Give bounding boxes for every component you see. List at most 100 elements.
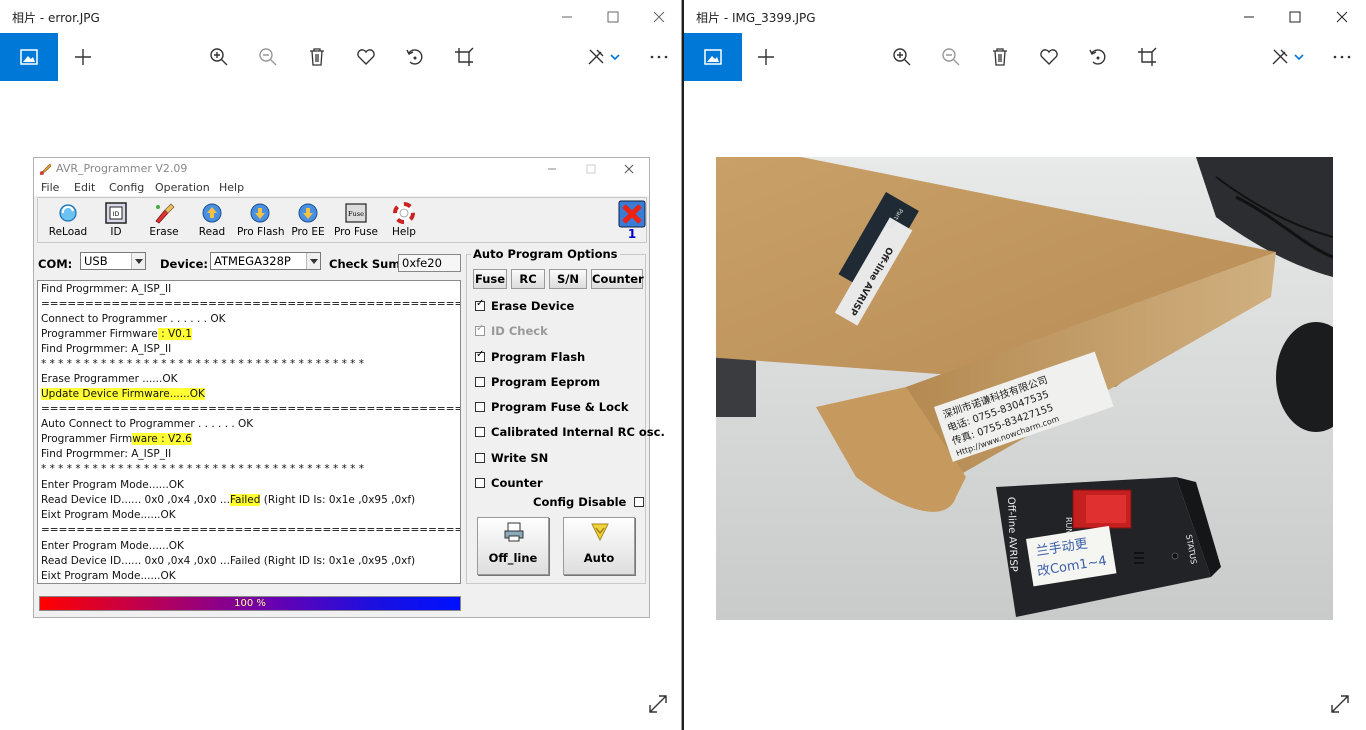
- favorite-button[interactable]: [343, 33, 389, 81]
- counter-checkbox[interactable]: Counter: [475, 476, 543, 490]
- checkbox-box: [475, 377, 485, 387]
- auto-button[interactable]: Auto: [563, 517, 635, 575]
- add-button[interactable]: [743, 33, 789, 81]
- rotate-button[interactable]: [1075, 33, 1121, 81]
- photo-illustration: Part No Off-line AVRISP 深圳市诺谦科技有限公司 电话: …: [716, 157, 1333, 620]
- menu-help[interactable]: Help: [219, 181, 244, 194]
- menu-file[interactable]: File: [41, 181, 59, 194]
- log-output[interactable]: Find Progrmmer: A_ISP_II ===============…: [37, 280, 461, 584]
- sn-button[interactable]: S/N: [549, 269, 587, 289]
- offline-button[interactable]: Off_line: [477, 517, 549, 575]
- checksum-field: 0xfe20: [398, 254, 461, 272]
- pro-flash-icon: [250, 203, 270, 223]
- more-button[interactable]: [1319, 33, 1365, 81]
- rc-button[interactable]: RC: [511, 269, 545, 289]
- avr-toolbar: ReLoad ID ID Erase Read Pro Flash Pro EE: [37, 197, 647, 243]
- checkbox-label: Calibrated Internal RC osc.: [491, 425, 665, 439]
- device-label: Device:: [160, 257, 208, 271]
- reload-tool[interactable]: ReLoad: [45, 200, 91, 242]
- edit-menu-button[interactable]: [576, 33, 632, 81]
- log-text: (Right ID Is: 0x1e ,0x95 ,0xf): [260, 494, 416, 506]
- plus-icon: [75, 49, 91, 65]
- log-line: Auto Connect to Programmer . . . . . . O…: [41, 418, 254, 430]
- pro-ee-tool[interactable]: Pro EE: [285, 200, 331, 242]
- log-line: * * * * * * * * * * * * * * * * * * * * …: [41, 463, 364, 475]
- log-line: * * * * * * * * * * * * * * * * * * * * …: [41, 358, 364, 370]
- checkbox-label: Write SN: [491, 451, 549, 465]
- checkbox-label: Erase Device: [491, 299, 575, 313]
- progress-text: 100 %: [234, 598, 266, 609]
- maximize-button[interactable]: [1272, 0, 1318, 33]
- close-icon: [1336, 11, 1348, 22]
- edit-icon: [1272, 49, 1304, 65]
- expand-icon: [1331, 695, 1349, 713]
- pro-fuse-tool[interactable]: Fuse Pro Fuse: [333, 200, 379, 242]
- config-disable-checkbox[interactable]: Config Disable: [533, 495, 645, 509]
- crop-button[interactable]: [441, 33, 487, 81]
- menu-edit[interactable]: Edit: [74, 181, 95, 194]
- zoom-out-button[interactable]: [245, 33, 291, 81]
- picture-icon: [20, 49, 38, 65]
- offline-printer-icon: [504, 522, 524, 542]
- fullscreen-button[interactable]: [645, 691, 671, 717]
- favorite-button[interactable]: [1026, 33, 1072, 81]
- menu-operation[interactable]: Operation: [155, 181, 210, 194]
- com-select[interactable]: USB: [80, 252, 146, 270]
- maximize-button[interactable]: [590, 0, 636, 33]
- checkbox-label: ID Check: [491, 324, 548, 338]
- heart-icon: [357, 49, 375, 65]
- photo-view-button[interactable]: [684, 33, 742, 81]
- minimize-button[interactable]: [544, 0, 590, 33]
- device-select[interactable]: ATMEGA328P: [210, 252, 321, 270]
- crop-button[interactable]: [1124, 33, 1170, 81]
- menu-config[interactable]: Config: [109, 181, 144, 194]
- erase-device-checkbox[interactable]: Erase Device: [475, 298, 575, 313]
- checkbox-box: [475, 323, 485, 336]
- id-tool[interactable]: ID ID: [93, 200, 139, 242]
- fullscreen-button[interactable]: [1327, 691, 1353, 717]
- zoom-in-button[interactable]: [196, 33, 242, 81]
- close-button[interactable]: [1319, 0, 1365, 33]
- calibrated-rc-checkbox[interactable]: Calibrated Internal RC osc.: [475, 425, 665, 439]
- avr-close-icon: [624, 164, 634, 174]
- log-line: ========================================…: [41, 298, 461, 310]
- more-button[interactable]: [636, 33, 681, 81]
- write-sn-checkbox[interactable]: Write SN: [475, 451, 548, 465]
- delete-button[interactable]: [294, 33, 340, 81]
- edit-menu-button[interactable]: [1260, 33, 1316, 81]
- program-eeprom-checkbox[interactable]: Program Eeprom: [475, 375, 600, 389]
- rotate-button[interactable]: [392, 33, 438, 81]
- title-bar[interactable]: 相片 - error.JPG: [0, 0, 681, 33]
- title-bar[interactable]: 相片 - IMG_3399.JPG: [684, 0, 1366, 33]
- id-check-checkbox[interactable]: ID Check: [475, 323, 548, 338]
- close-button[interactable]: [636, 0, 681, 33]
- close-icon: [653, 11, 665, 22]
- help-tool[interactable]: Help: [381, 200, 427, 242]
- avr-minimize-icon: [548, 168, 556, 170]
- crop-icon: [455, 47, 474, 66]
- avr-programmer-window: AVR_Programmer V2.09 File Edit Config Op…: [33, 157, 665, 618]
- checksum-label: Check Sum:: [329, 257, 405, 271]
- add-button[interactable]: [60, 33, 106, 81]
- program-flash-checkbox[interactable]: Program Flash: [475, 349, 585, 364]
- program-fuse-lock-checkbox[interactable]: Program Fuse & Lock: [475, 400, 629, 414]
- picture-icon: [704, 49, 722, 65]
- more-icon: [1333, 55, 1351, 59]
- checkbox-box: [475, 349, 485, 362]
- delete-button[interactable]: [977, 33, 1023, 81]
- zoom-out-button[interactable]: [928, 33, 974, 81]
- pro-flash-tool[interactable]: Pro Flash: [237, 200, 285, 242]
- read-tool[interactable]: Read: [189, 200, 235, 242]
- rotate-icon: [406, 49, 423, 65]
- zoom-in-icon: [893, 48, 911, 66]
- checkbox-box: [634, 497, 645, 507]
- photos-window-right: 相片 - IMG_3399.JPG Part No Off-line AVRIS…: [684, 0, 1366, 730]
- minimize-button[interactable]: [1226, 0, 1272, 33]
- counter-button[interactable]: Counter: [591, 269, 644, 289]
- fuse-button[interactable]: Fuse: [473, 269, 507, 289]
- zoom-in-button[interactable]: [879, 33, 925, 81]
- erase-tool[interactable]: Erase: [141, 200, 187, 242]
- trash-icon: [993, 48, 1007, 66]
- photo-view-button[interactable]: [0, 33, 58, 81]
- trash-icon: [310, 48, 324, 66]
